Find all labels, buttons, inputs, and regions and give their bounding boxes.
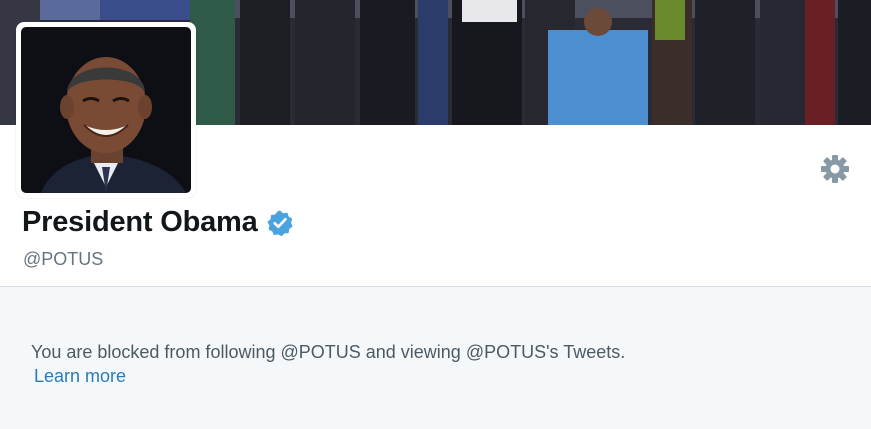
learn-more-link[interactable]: Learn more: [34, 366, 126, 387]
blocked-message: You are blocked from following @POTUS an…: [31, 342, 626, 362]
profile-handle[interactable]: @POTUS: [23, 249, 103, 270]
verified-badge-icon: [266, 209, 294, 237]
profile-name[interactable]: President Obama: [22, 206, 294, 239]
gear-icon[interactable]: [819, 153, 851, 185]
avatar[interactable]: [16, 22, 196, 198]
display-name-text: President Obama: [22, 206, 258, 238]
profile-page: President Obama @POTUS You are blocked f…: [0, 0, 871, 429]
